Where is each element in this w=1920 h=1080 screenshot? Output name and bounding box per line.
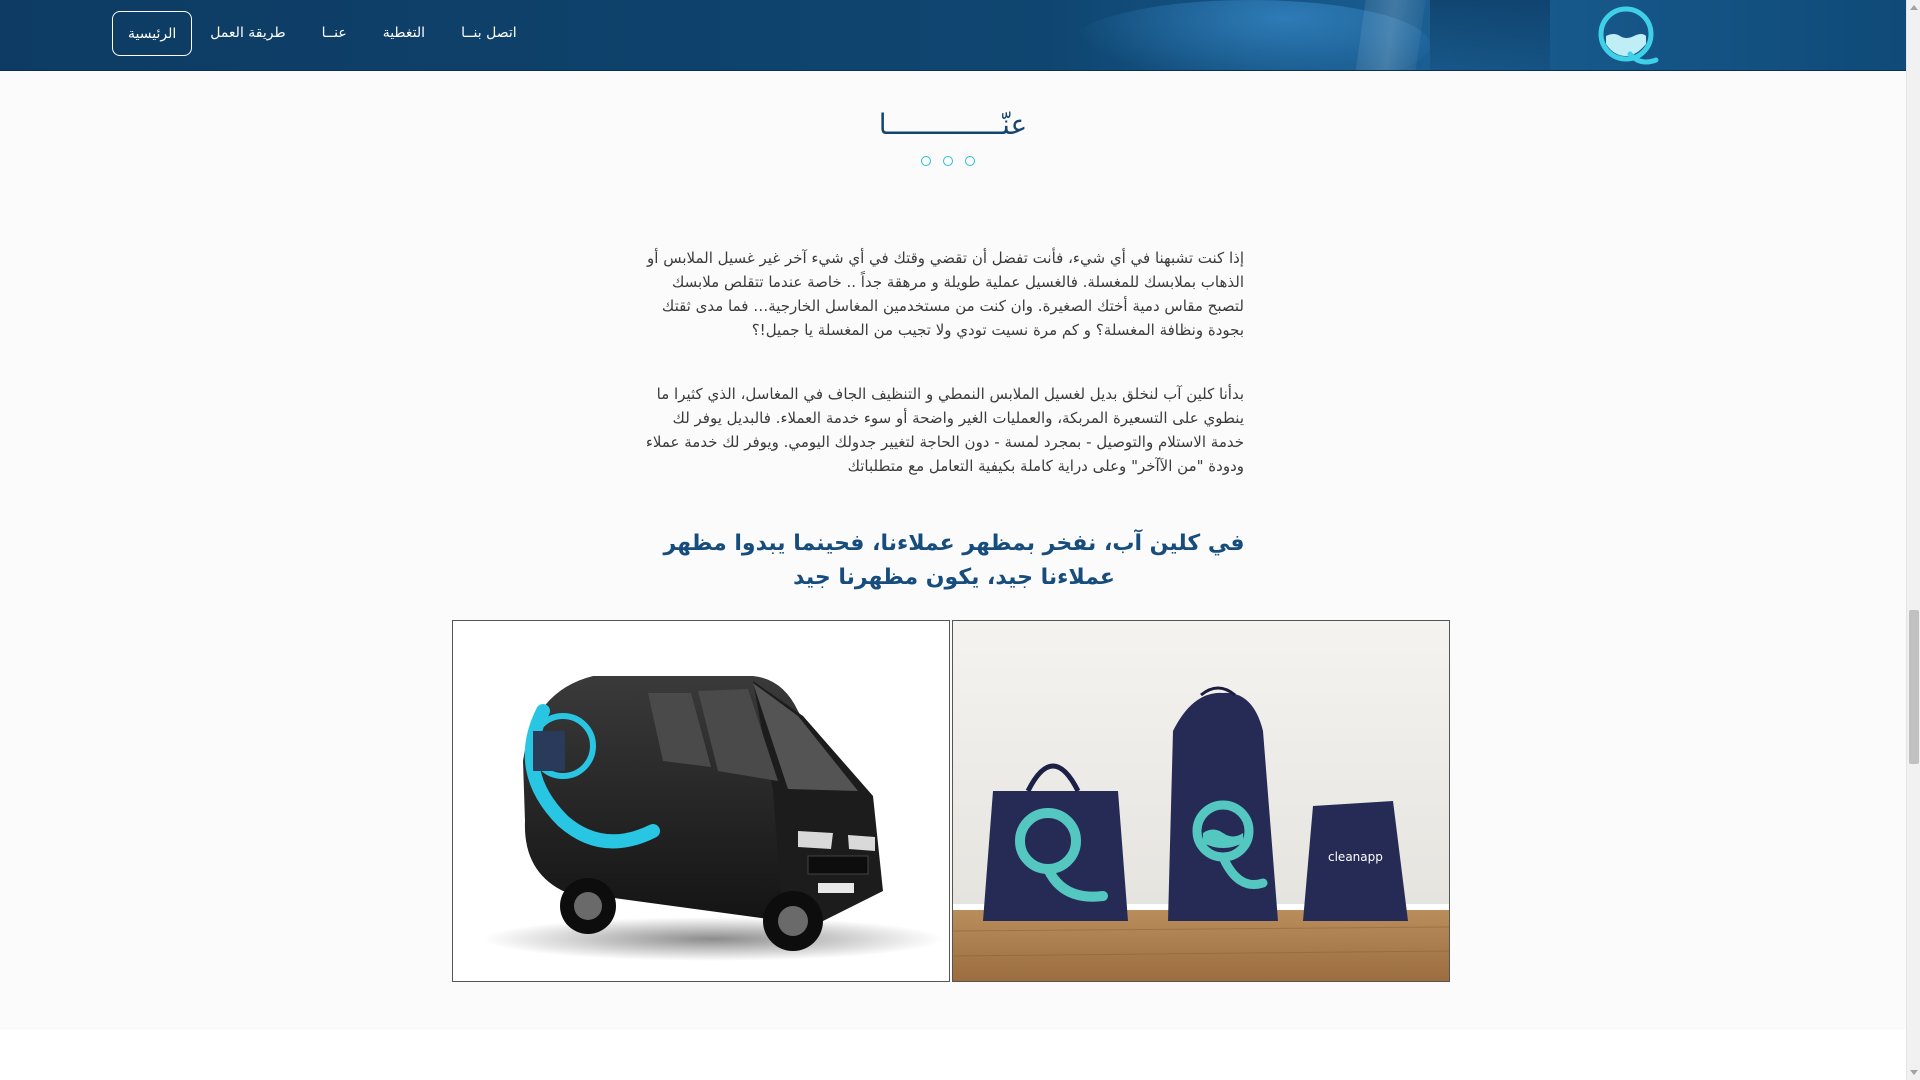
main-nav: الرئيسية طريقة العمل عنــا التغطية اتصل … — [112, 11, 535, 56]
page-scrollbar[interactable] — [1906, 0, 1920, 1080]
carousel-dot[interactable] — [943, 156, 953, 166]
nav-item-about[interactable]: عنــا — [304, 11, 365, 56]
laundry-bags-photo: cleanapp — [952, 620, 1450, 982]
about-tagline: في كلين آب، نفخر بمظهر عملاءنا، فحينما ي… — [663, 531, 1245, 590]
nav-item-home[interactable]: الرئيسية — [112, 11, 193, 56]
next-section-band — [0, 1030, 1906, 1080]
nav-item-coverage[interactable]: التغطية — [365, 11, 443, 56]
scroll-up-arrow-icon[interactable] — [1910, 5, 1918, 10]
carousel-dot[interactable] — [921, 156, 931, 166]
nav-item-contact[interactable]: اتصل بنــا — [443, 11, 535, 56]
scroll-down-arrow-icon[interactable] — [1910, 1070, 1918, 1075]
laundry-bags-illustration: cleanapp — [953, 621, 1449, 981]
header-background-shape — [1430, 0, 1550, 70]
scrollbar-thumb[interactable] — [1909, 610, 1919, 764]
about-paragraph-2: بدأنا كلين آب لنخلق بديل لغسيل الملابس ا… — [645, 385, 1244, 475]
about-title: عنّــــــــــــــا — [878, 108, 1028, 141]
delivery-van-illustration — [483, 676, 943, 961]
about-paragraph-1: إذا كنت تشبهنا في أي شيء، فأنت تفضل أن ت… — [647, 249, 1244, 339]
van-photo — [452, 620, 950, 982]
bag-brand-label: cleanapp — [1328, 850, 1383, 864]
page: الرئيسية طريقة العمل عنــا التغطية اتصل … — [0, 0, 1920, 1080]
site-header: الرئيسية طريقة العمل عنــا التغطية اتصل … — [0, 0, 1906, 71]
clean-app-q-logo-icon[interactable] — [1596, 4, 1660, 68]
carousel-dot[interactable] — [965, 156, 975, 166]
header-background-shape — [1352, 0, 1428, 70]
nav-item-how-it-works[interactable]: طريقة العمل — [192, 11, 303, 56]
carousel-dots — [921, 156, 975, 166]
